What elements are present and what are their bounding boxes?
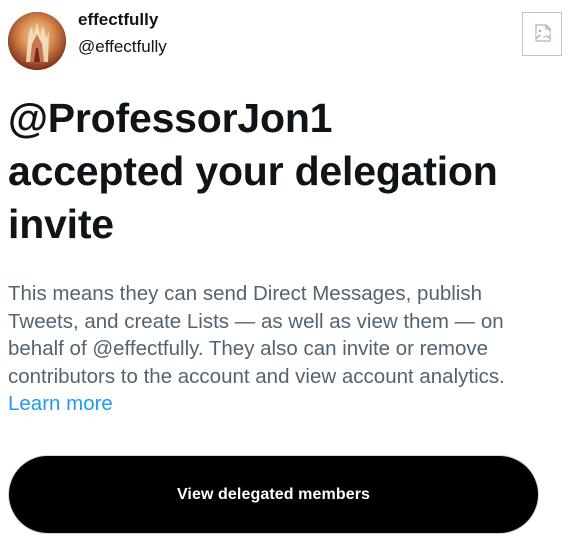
- account-handle[interactable]: @effectfully: [78, 37, 167, 57]
- delegation-description: This means they can send Direct Messages…: [8, 280, 568, 418]
- view-delegated-members-label: View delegated members: [176, 485, 371, 503]
- learn-more-line: Learn more: [8, 390, 568, 418]
- profile-avatar-image: [8, 12, 66, 70]
- headline-line-3: invite: [8, 201, 114, 247]
- headline-line-2: accepted your delegation: [8, 148, 498, 194]
- description-line-3: behalf of @effectfully. They also can in…: [8, 337, 489, 360]
- description-line-1: This means they can send Direct Messages…: [8, 282, 483, 305]
- description-line-4: contributors to the account and view acc…: [8, 364, 505, 388]
- description-line-2: Tweets, and create Lists — as well as vi…: [8, 309, 504, 333]
- account-display-name[interactable]: effectfully: [78, 10, 158, 30]
- page-title: @ProfessorJon1 accepted your delegation …: [8, 92, 568, 251]
- view-delegated-members-button[interactable]: View delegated members: [8, 455, 539, 534]
- account-header: effectfully @effectfully: [8, 6, 563, 70]
- learn-more-link[interactable]: Learn more: [8, 392, 113, 415]
- avatar[interactable]: [8, 12, 66, 70]
- broken-image-icon: [522, 12, 562, 56]
- headline-line-1: @ProfessorJon1: [8, 95, 333, 141]
